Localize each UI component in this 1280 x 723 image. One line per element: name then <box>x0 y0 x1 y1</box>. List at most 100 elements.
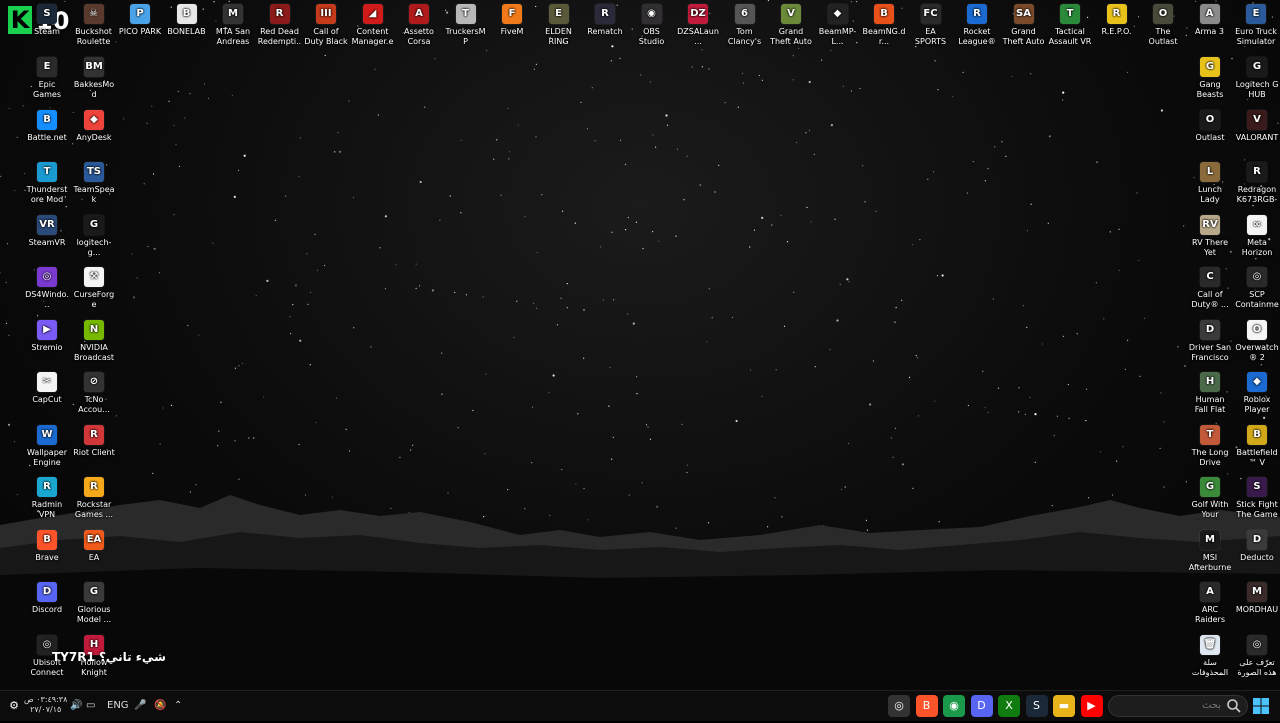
desktop-shortcut[interactable]: VR SteamVR <box>24 214 70 267</box>
chrome-taskbar-icon[interactable]: ◉ <box>943 695 965 717</box>
desktop-shortcut[interactable]: S Stick Fight The Game <box>1234 477 1280 529</box>
desktop-shortcut[interactable]: DZ DZSALaun... <box>675 4 721 56</box>
desktop-shortcut[interactable]: ⊘ TcNo Accou... <box>71 372 117 424</box>
youtube-taskbar-icon[interactable]: ▶ <box>1080 695 1103 717</box>
desktop-shortcut[interactable]: F FiveM <box>489 4 535 56</box>
desktop-shortcut[interactable]: D Deducto <box>1234 529 1280 582</box>
desktop-shortcut[interactable]: M MORDHAU <box>1234 582 1280 634</box>
desktop-shortcut[interactable]: M MTA San Andreas 1.6 <box>210 4 256 56</box>
desktop-shortcut[interactable]: ◆ Roblox Player <box>1234 372 1280 424</box>
epic-games-icon: E <box>37 57 57 77</box>
desktop-shortcut[interactable]: R Red Dead Redempti... <box>257 4 303 56</box>
desktop-shortcut[interactable]: W Wallpaper Engine <box>24 424 70 477</box>
desktop-shortcut[interactable]: R R.E.P.O. <box>1094 4 1140 56</box>
steam-taskbar-icon[interactable]: S <box>1025 695 1048 717</box>
brave-taskbar-icon[interactable]: B <box>915 695 938 717</box>
desktop-shortcut[interactable]: ◎ تعرّف على هذه الصورة <box>1234 634 1280 687</box>
desktop-shortcut[interactable]: FC EA SPORTS FC™ 26 <box>908 4 954 56</box>
desktop-shortcut[interactable]: ◆ BeamMP-L... <box>815 4 861 56</box>
clock-time: ٠٣:٤٩:٣٨ ص <box>24 695 68 704</box>
shortcut-label: Roblox Player <box>1243 395 1271 414</box>
steelseries-icon[interactable]: ◎ <box>888 695 910 717</box>
desktop-shortcut[interactable]: A Arma 3 <box>1187 4 1233 56</box>
desktop-shortcut[interactable]: L Lunch Lady <box>1187 162 1233 214</box>
desktop-shortcut[interactable]: T Tactical Assault VR <box>1047 4 1093 56</box>
desktop-shortcut[interactable]: R Riot Client <box>71 424 117 477</box>
desktop-shortcut[interactable]: SA Grand Theft Auto San ... <box>1001 4 1047 56</box>
desktop-shortcut[interactable]: E Euro Truck Simulator 2 <box>1233 4 1279 56</box>
desktop-shortcut[interactable]: R Rockstar Games ... <box>71 477 117 529</box>
shortcut-label: Stremio <box>31 342 63 352</box>
desktop-shortcut[interactable]: H Human Fall Flat <box>1187 372 1233 424</box>
desktop-shortcut[interactable]: ⚒ CurseForge <box>71 267 117 319</box>
desktop-shortcut[interactable]: D Discord <box>24 582 70 634</box>
search-icon[interactable] <box>1225 697 1243 715</box>
desktop-shortcut[interactable]: V VALORANT <box>1234 109 1280 162</box>
desktop-shortcut[interactable]: B Brave <box>24 529 70 582</box>
desktop-shortcut[interactable]: B BONELAB <box>164 4 210 56</box>
desktop-shortcut[interactable]: O The Outlast Trials <box>1140 4 1186 56</box>
desktop-shortcut[interactable]: N NVIDIA Broadcast <box>71 319 117 372</box>
desktop-shortcut[interactable]: III Call of Duty Black Ops III <box>303 4 349 56</box>
desktop-shortcut[interactable]: EA EA <box>71 529 117 582</box>
thunderstore-icon: T <box>37 162 57 182</box>
desktop-shortcut[interactable]: R Rocket League® <box>954 4 1000 56</box>
desktop-shortcut[interactable]: 🗑 سلة المحذوفات <box>1187 634 1233 687</box>
desktop-shortcut[interactable]: C Call of Duty® ... <box>1187 267 1233 319</box>
desktop-shortcut[interactable]: T TruckersMP <box>443 4 489 56</box>
desktop-shortcut[interactable]: ✂ CapCut <box>24 372 70 424</box>
desktop-shortcut[interactable]: ∞Meta Horizon Link <box>1234 214 1280 267</box>
desktop-shortcut[interactable]: B BeamNG.dr... <box>861 4 907 56</box>
xbox-taskbar-icon[interactable]: X <box>998 695 1020 717</box>
desktop-shortcut[interactable]: ◎ DS4Windo... <box>24 267 70 319</box>
desktop-shortcut[interactable]: TS TeamSpeak <box>71 162 117 214</box>
desktop-shortcut[interactable]: ▶ Stremio <box>24 319 70 372</box>
desktop-shortcut[interactable]: ◢ Content Manager.exe <box>350 4 396 56</box>
start-button[interactable] <box>1250 695 1272 717</box>
language-indicator[interactable]: ENG <box>107 691 129 721</box>
desktop-shortcut[interactable]: R Rematch <box>582 4 628 56</box>
desktop-shortcut[interactable]: ◉ OBS Studio <box>629 4 675 56</box>
desktop-shortcut[interactable]: MMSI Afterburner <box>1187 529 1233 582</box>
desktop-shortcut[interactable]: ◆ AnyDesk <box>71 109 117 162</box>
desktop-shortcut[interactable]: B Battle.net <box>24 109 70 162</box>
desktop-shortcut[interactable]: RV RV There Yet <box>1187 214 1233 267</box>
desktop-shortcut[interactable]: G Glorious Model ... <box>71 582 117 634</box>
shortcut-label: Epic Games Launcher <box>33 80 61 99</box>
desktop-shortcut[interactable]: O Outlast <box>1187 109 1233 162</box>
desktop-shortcut[interactable]: D Driver San Francisco <box>1187 319 1233 372</box>
microphone-icon[interactable]: 🎤 <box>134 691 146 721</box>
desktop-shortcut[interactable]: O Overwatch® 2 <box>1234 319 1280 372</box>
desktop-shortcut[interactable]: 6 Tom Clancy's Rainbow Si... <box>722 4 768 56</box>
shortcut-label: Glorious Model ... <box>76 605 112 624</box>
network-icon[interactable]: ▭ <box>86 691 95 721</box>
desktop-shortcut[interactable]: V Grand Theft Auto V En... <box>768 4 814 56</box>
discord-taskbar-icon[interactable]: D <box>970 695 993 717</box>
desktop-shortcut[interactable]: S Steam <box>24 4 70 56</box>
desktop-shortcut[interactable]: ◎ SCP Containme... <box>1234 267 1280 319</box>
desktop-shortcut[interactable]: E ELDEN RING <box>536 4 582 56</box>
desktop-shortcut[interactable]: Glogitech-g... <box>71 214 117 267</box>
shortcut-label: DZSALaun... <box>677 27 719 46</box>
clock[interactable]: ٠٣:٤٩:٣٨ ص ٢٧/٠٧/١٥ <box>24 695 67 715</box>
widgets-icon[interactable]: ⚙ <box>6 695 22 717</box>
volume-icon[interactable]: 🔊 <box>70 691 82 721</box>
desktop-shortcut[interactable]: T Thunderstore Mod Mana... <box>24 162 70 214</box>
desktop-shortcut[interactable]: G Gang Beasts <box>1187 57 1233 109</box>
desktop-shortcut[interactable]: G Logitech G HUB <box>1234 57 1280 109</box>
desktop-shortcut[interactable]: R Radmin VPN <box>24 477 70 529</box>
desktop-shortcut[interactable]: B Battlefield™ V <box>1234 424 1280 477</box>
desktop-shortcut[interactable]: T The Long Drive <box>1187 424 1233 477</box>
notifications-off-icon[interactable]: 🔕 <box>154 691 166 721</box>
desktop-shortcut[interactable]: G Golf With Your Friends <box>1187 477 1233 529</box>
desktop-shortcut[interactable]: ☠ Buckshot Roulette <box>71 4 117 56</box>
shortcut-label: Assetto Corsa <box>404 27 434 46</box>
desktop-shortcut[interactable]: A ARC Raiders <box>1187 582 1233 634</box>
chevron-up-icon[interactable]: ⌃ <box>174 691 182 721</box>
desktop-shortcut[interactable]: P PICO PARK <box>117 4 163 56</box>
desktop-shortcut[interactable]: BM BakkesMod <box>71 57 117 109</box>
desktop-shortcut[interactable]: A Assetto Corsa <box>396 4 442 56</box>
file-explorer-taskbar-icon[interactable]: ▬ <box>1053 695 1075 717</box>
desktop-shortcut[interactable]: R Redragon K673RGB-P... <box>1234 162 1280 214</box>
desktop-shortcut[interactable]: E Epic Games Launcher <box>24 57 70 109</box>
